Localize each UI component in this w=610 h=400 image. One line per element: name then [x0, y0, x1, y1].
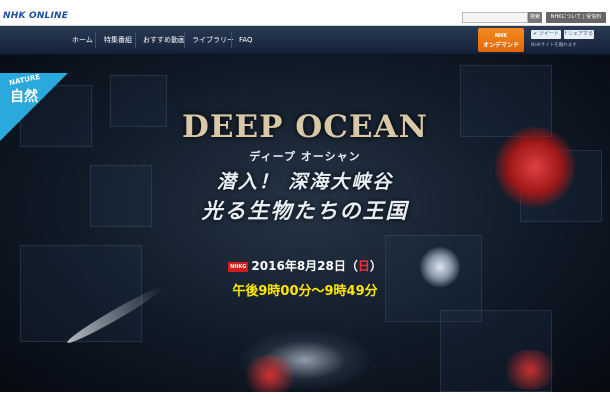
- tweet-button[interactable]: ✔ ツイート: [531, 30, 561, 39]
- external-site-note: NHKサイトを離れます: [531, 43, 577, 48]
- shizen-label: 自然: [10, 89, 38, 105]
- nhk-ondemand-button[interactable]: NHK オンデマンド: [478, 28, 524, 52]
- hero-banner: NATURE 自然 DEEP OCEAN ディープ オーシャン 潜入！ 深海大峡…: [0, 55, 610, 392]
- broadcast-date-text: 2016年8月28日: [251, 259, 346, 273]
- nav-divider: [95, 32, 96, 48]
- ondemand-label: オンデマンド: [482, 42, 519, 49]
- nav-library[interactable]: ライブラリー: [192, 26, 234, 54]
- about-nhk-link[interactable]: NHKについて | 受信料: [546, 12, 606, 23]
- weekday-open-paren: （: [345, 259, 358, 273]
- nav-divider: [184, 32, 185, 48]
- nav-faq[interactable]: FAQ: [239, 26, 253, 54]
- facebook-icon: f: [564, 31, 567, 37]
- nav-home[interactable]: ホーム: [72, 26, 93, 54]
- broadcast-date: NHKG 2016年8月28日（日）: [0, 257, 610, 274]
- facebook-share-button[interactable]: f シェアする: [564, 30, 594, 39]
- broadcast-weekday: 日: [357, 259, 370, 273]
- program-title-english: DEEP OCEAN: [182, 109, 428, 145]
- nhk-online-logo[interactable]: NHK ONLINE: [3, 11, 68, 21]
- broadcast-time: 午後9時00分～9時49分: [232, 284, 378, 299]
- search-input[interactable]: [462, 12, 528, 23]
- main-nav: ホーム 特集番組 おすすめ動画 ライブラリー FAQ NHK オンデマンド ✔ …: [0, 26, 610, 55]
- program-title-katakana: ディープ オーシャン: [249, 150, 361, 163]
- top-bar: NHK ONLINE 検索 NHKについて | 受信料: [0, 8, 610, 26]
- red-shrimp-image: [240, 355, 300, 392]
- weekday-close-paren: ）: [369, 259, 382, 273]
- nav-specials[interactable]: 特集番組: [104, 26, 132, 54]
- red-creature-image: [500, 350, 560, 390]
- search-button[interactable]: 検索: [528, 12, 542, 23]
- nav-divider: [231, 32, 232, 48]
- program-subtitle-2: 光る生物たちの王国: [201, 198, 409, 223]
- nav-divider: [135, 32, 136, 48]
- nav-recommended-videos[interactable]: おすすめ動画: [143, 26, 185, 54]
- twitter-icon: ✔: [533, 31, 538, 37]
- share-label: シェアする: [568, 31, 594, 37]
- tweet-label: ツイート: [538, 31, 559, 37]
- nhk-g-channel-logo: NHKG: [228, 261, 249, 272]
- ondemand-logo-text: NHK: [494, 33, 508, 39]
- program-subtitle-1: 潜入！ 深海大峡谷: [216, 171, 394, 193]
- page-frame: NHK ONLINE 検索 NHKについて | 受信料 ホーム 特集番組 おすす…: [0, 8, 610, 392]
